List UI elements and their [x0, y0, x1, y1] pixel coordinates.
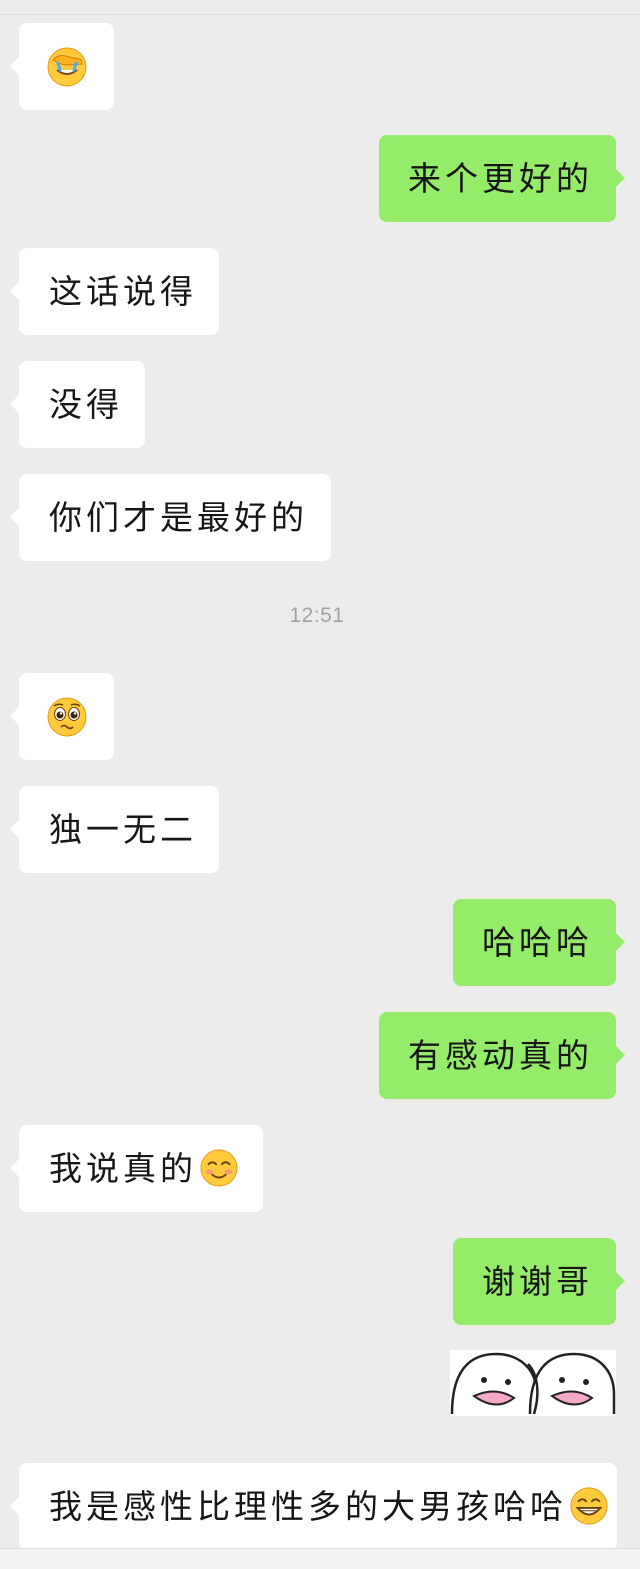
message-bubble-incoming[interactable]: 独一无二 — [10, 786, 219, 873]
top-divider — [0, 14, 640, 15]
grinning-face-emoji-icon — [570, 1486, 608, 1525]
message-bubble-incoming[interactable]: 我是感性比理性多的大男孩哈哈 — [10, 1463, 617, 1550]
message-text: 我是感性比理性多的大男孩哈哈 — [49, 1487, 567, 1526]
message-text: 来个更好的 — [408, 159, 593, 198]
message-bubble-incoming[interactable]: 这话说得 — [10, 248, 219, 335]
message-bubble-incoming[interactable]: 没得 — [10, 361, 145, 448]
message-bubble-incoming[interactable] — [10, 673, 114, 760]
chat-timestamp: 12:51 — [289, 604, 345, 627]
input-bar-edge — [0, 1548, 640, 1569]
message-text: 有感动真的 — [408, 1036, 593, 1075]
message-bubble-incoming[interactable]: 我说真的 — [10, 1125, 263, 1212]
message-text: 哈哈哈 — [482, 923, 593, 962]
message-text: 谢谢哥 — [482, 1262, 593, 1301]
message-bubble-outgoing[interactable]: 谢谢哥 — [453, 1238, 625, 1325]
two-ghost-faces-sticker[interactable] — [450, 1350, 616, 1416]
message-text: 独一无二 — [49, 810, 197, 849]
message-text: 没得 — [49, 385, 123, 424]
message-bubble-incoming[interactable]: 你们才是最好的 — [10, 474, 331, 561]
blushing-smile-emoji-icon — [200, 1148, 238, 1187]
message-bubble-outgoing[interactable]: 来个更好的 — [379, 135, 625, 222]
message-text: 这话说得 — [49, 272, 197, 311]
message-bubble-incoming[interactable] — [10, 23, 114, 110]
message-bubble-outgoing[interactable]: 有感动真的 — [379, 1012, 625, 1099]
message-bubble-outgoing[interactable]: 哈哈哈 — [453, 899, 625, 986]
facepalm-emoji-icon — [47, 47, 86, 86]
message-text: 我说真的 — [49, 1149, 197, 1188]
ghost-faces-sticker-icon — [450, 1350, 616, 1416]
pleading-face-emoji-icon — [47, 697, 86, 736]
message-text: 你们才是最好的 — [49, 498, 308, 537]
